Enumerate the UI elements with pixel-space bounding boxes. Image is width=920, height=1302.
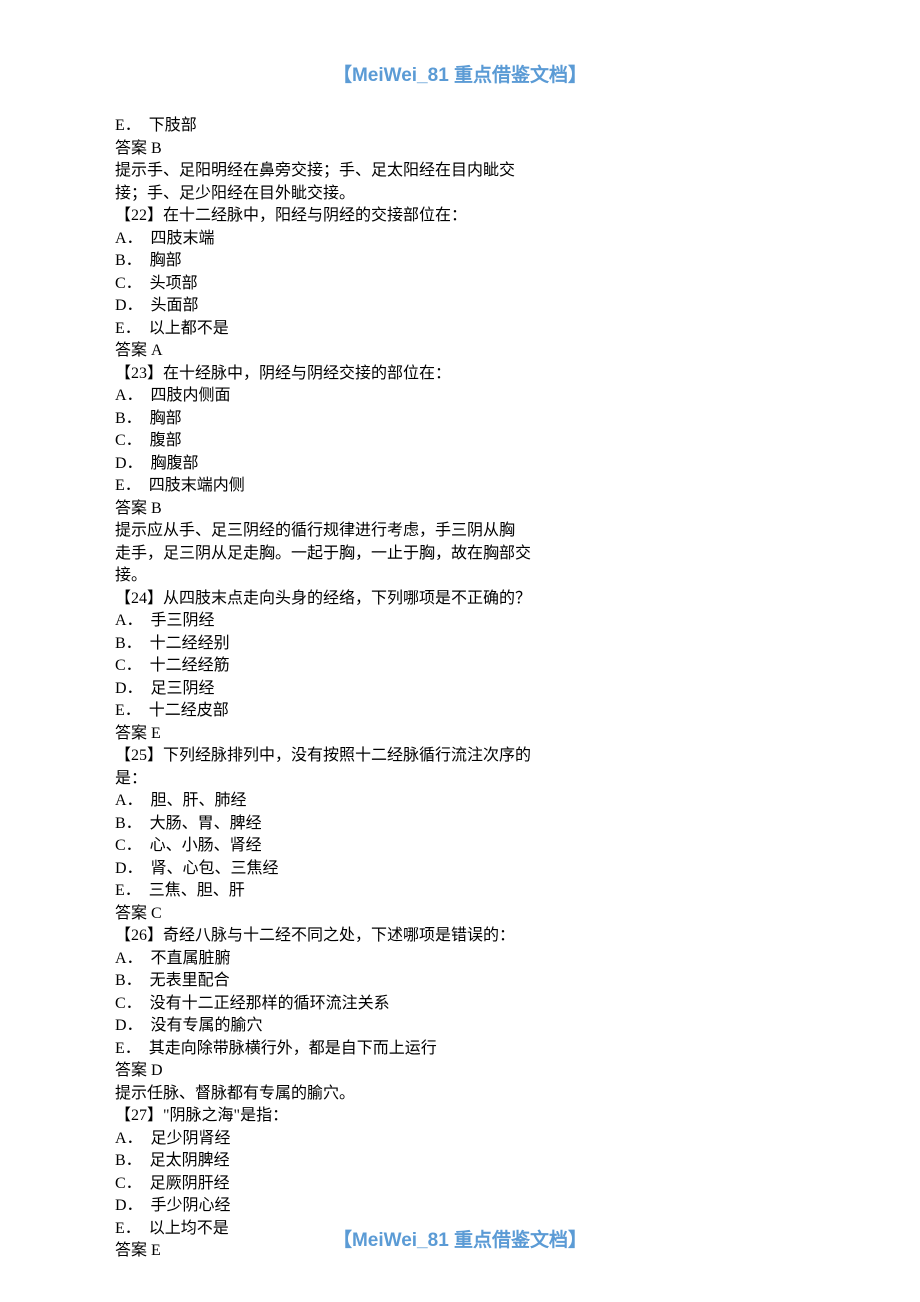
text-line: 答案 B: [115, 138, 805, 161]
text-line: A． 手三阴经: [115, 610, 805, 633]
text-line: D． 胸腹部: [115, 453, 805, 476]
text-line: E． 以上都不是: [115, 318, 805, 341]
text-line: A． 足少阴肾经: [115, 1128, 805, 1151]
text-line: C． 心、小肠、肾经: [115, 835, 805, 858]
text-line: 是：: [115, 768, 805, 791]
text-line: 【24】从四肢末点走向头身的经络，下列哪项是不正确的？: [115, 588, 805, 611]
text-line: E． 四肢末端内侧: [115, 475, 805, 498]
text-line: 提示手、足阳明经在鼻旁交接；手、足太阳经在目内眦交: [115, 160, 805, 183]
text-line: 答案 A: [115, 340, 805, 363]
text-line: B． 足太阴脾经: [115, 1150, 805, 1173]
text-line: 答案 E: [115, 723, 805, 746]
text-line: E． 下肢部: [115, 115, 805, 138]
text-line: A． 四肢末端: [115, 228, 805, 251]
text-line: B． 大肠、胃、脾经: [115, 813, 805, 836]
text-line: B． 无表里配合: [115, 970, 805, 993]
text-line: 【22】在十二经脉中，阳经与阴经的交接部位在：: [115, 205, 805, 228]
text-line: 【26】奇经八脉与十二经不同之处，下述哪项是错误的：: [115, 925, 805, 948]
text-line: 【25】下列经脉排列中，没有按照十二经脉循行流注次序的: [115, 745, 805, 768]
text-line: D． 足三阴经: [115, 678, 805, 701]
text-line: A． 四肢内侧面: [115, 385, 805, 408]
text-line: D． 手少阴心经: [115, 1195, 805, 1218]
text-line: E． 三焦、胆、肝: [115, 880, 805, 903]
text-line: B． 胸部: [115, 250, 805, 273]
text-line: 提示应从手、足三阴经的循行规律进行考虑，手三阴从胸: [115, 520, 805, 543]
text-line: 答案 D: [115, 1060, 805, 1083]
document-content: E． 下肢部 答案 B 提示手、足阳明经在鼻旁交接；手、足太阳经在目内眦交 接；…: [115, 115, 805, 1263]
text-line: E． 十二经皮部: [115, 700, 805, 723]
text-line: A． 胆、肝、肺经: [115, 790, 805, 813]
text-line: A． 不直属脏腑: [115, 948, 805, 971]
text-line: C． 十二经经筋: [115, 655, 805, 678]
text-line: 答案 B: [115, 498, 805, 521]
text-line: 【23】在十经脉中，阴经与阴经交接的部位在：: [115, 363, 805, 386]
text-line: E． 其走向除带脉横行外，都是自下而上运行: [115, 1038, 805, 1061]
text-line: C． 没有十二正经那样的循环流注关系: [115, 993, 805, 1016]
text-line: 接。: [115, 565, 805, 588]
text-line: 接；手、足少阳经在目外眦交接。: [115, 183, 805, 206]
text-line: 答案 C: [115, 903, 805, 926]
page-footer: 【MeiWei_81 重点借鉴文档】: [0, 1225, 920, 1252]
text-line: C． 足厥阴肝经: [115, 1173, 805, 1196]
text-line: 走手，足三阴从足走胸。一起于胸，一止于胸，故在胸部交: [115, 543, 805, 566]
text-line: D． 没有专属的腧穴: [115, 1015, 805, 1038]
text-line: D． 肾、心包、三焦经: [115, 858, 805, 881]
text-line: D． 头面部: [115, 295, 805, 318]
page-header: 【MeiWei_81 重点借鉴文档】: [115, 60, 805, 87]
text-line: C． 腹部: [115, 430, 805, 453]
text-line: 【27】"阴脉之海"是指：: [115, 1105, 805, 1128]
text-line: 提示任脉、督脉都有专属的腧穴。: [115, 1083, 805, 1106]
text-line: B． 胸部: [115, 408, 805, 431]
text-line: C． 头项部: [115, 273, 805, 296]
text-line: B． 十二经经别: [115, 633, 805, 656]
